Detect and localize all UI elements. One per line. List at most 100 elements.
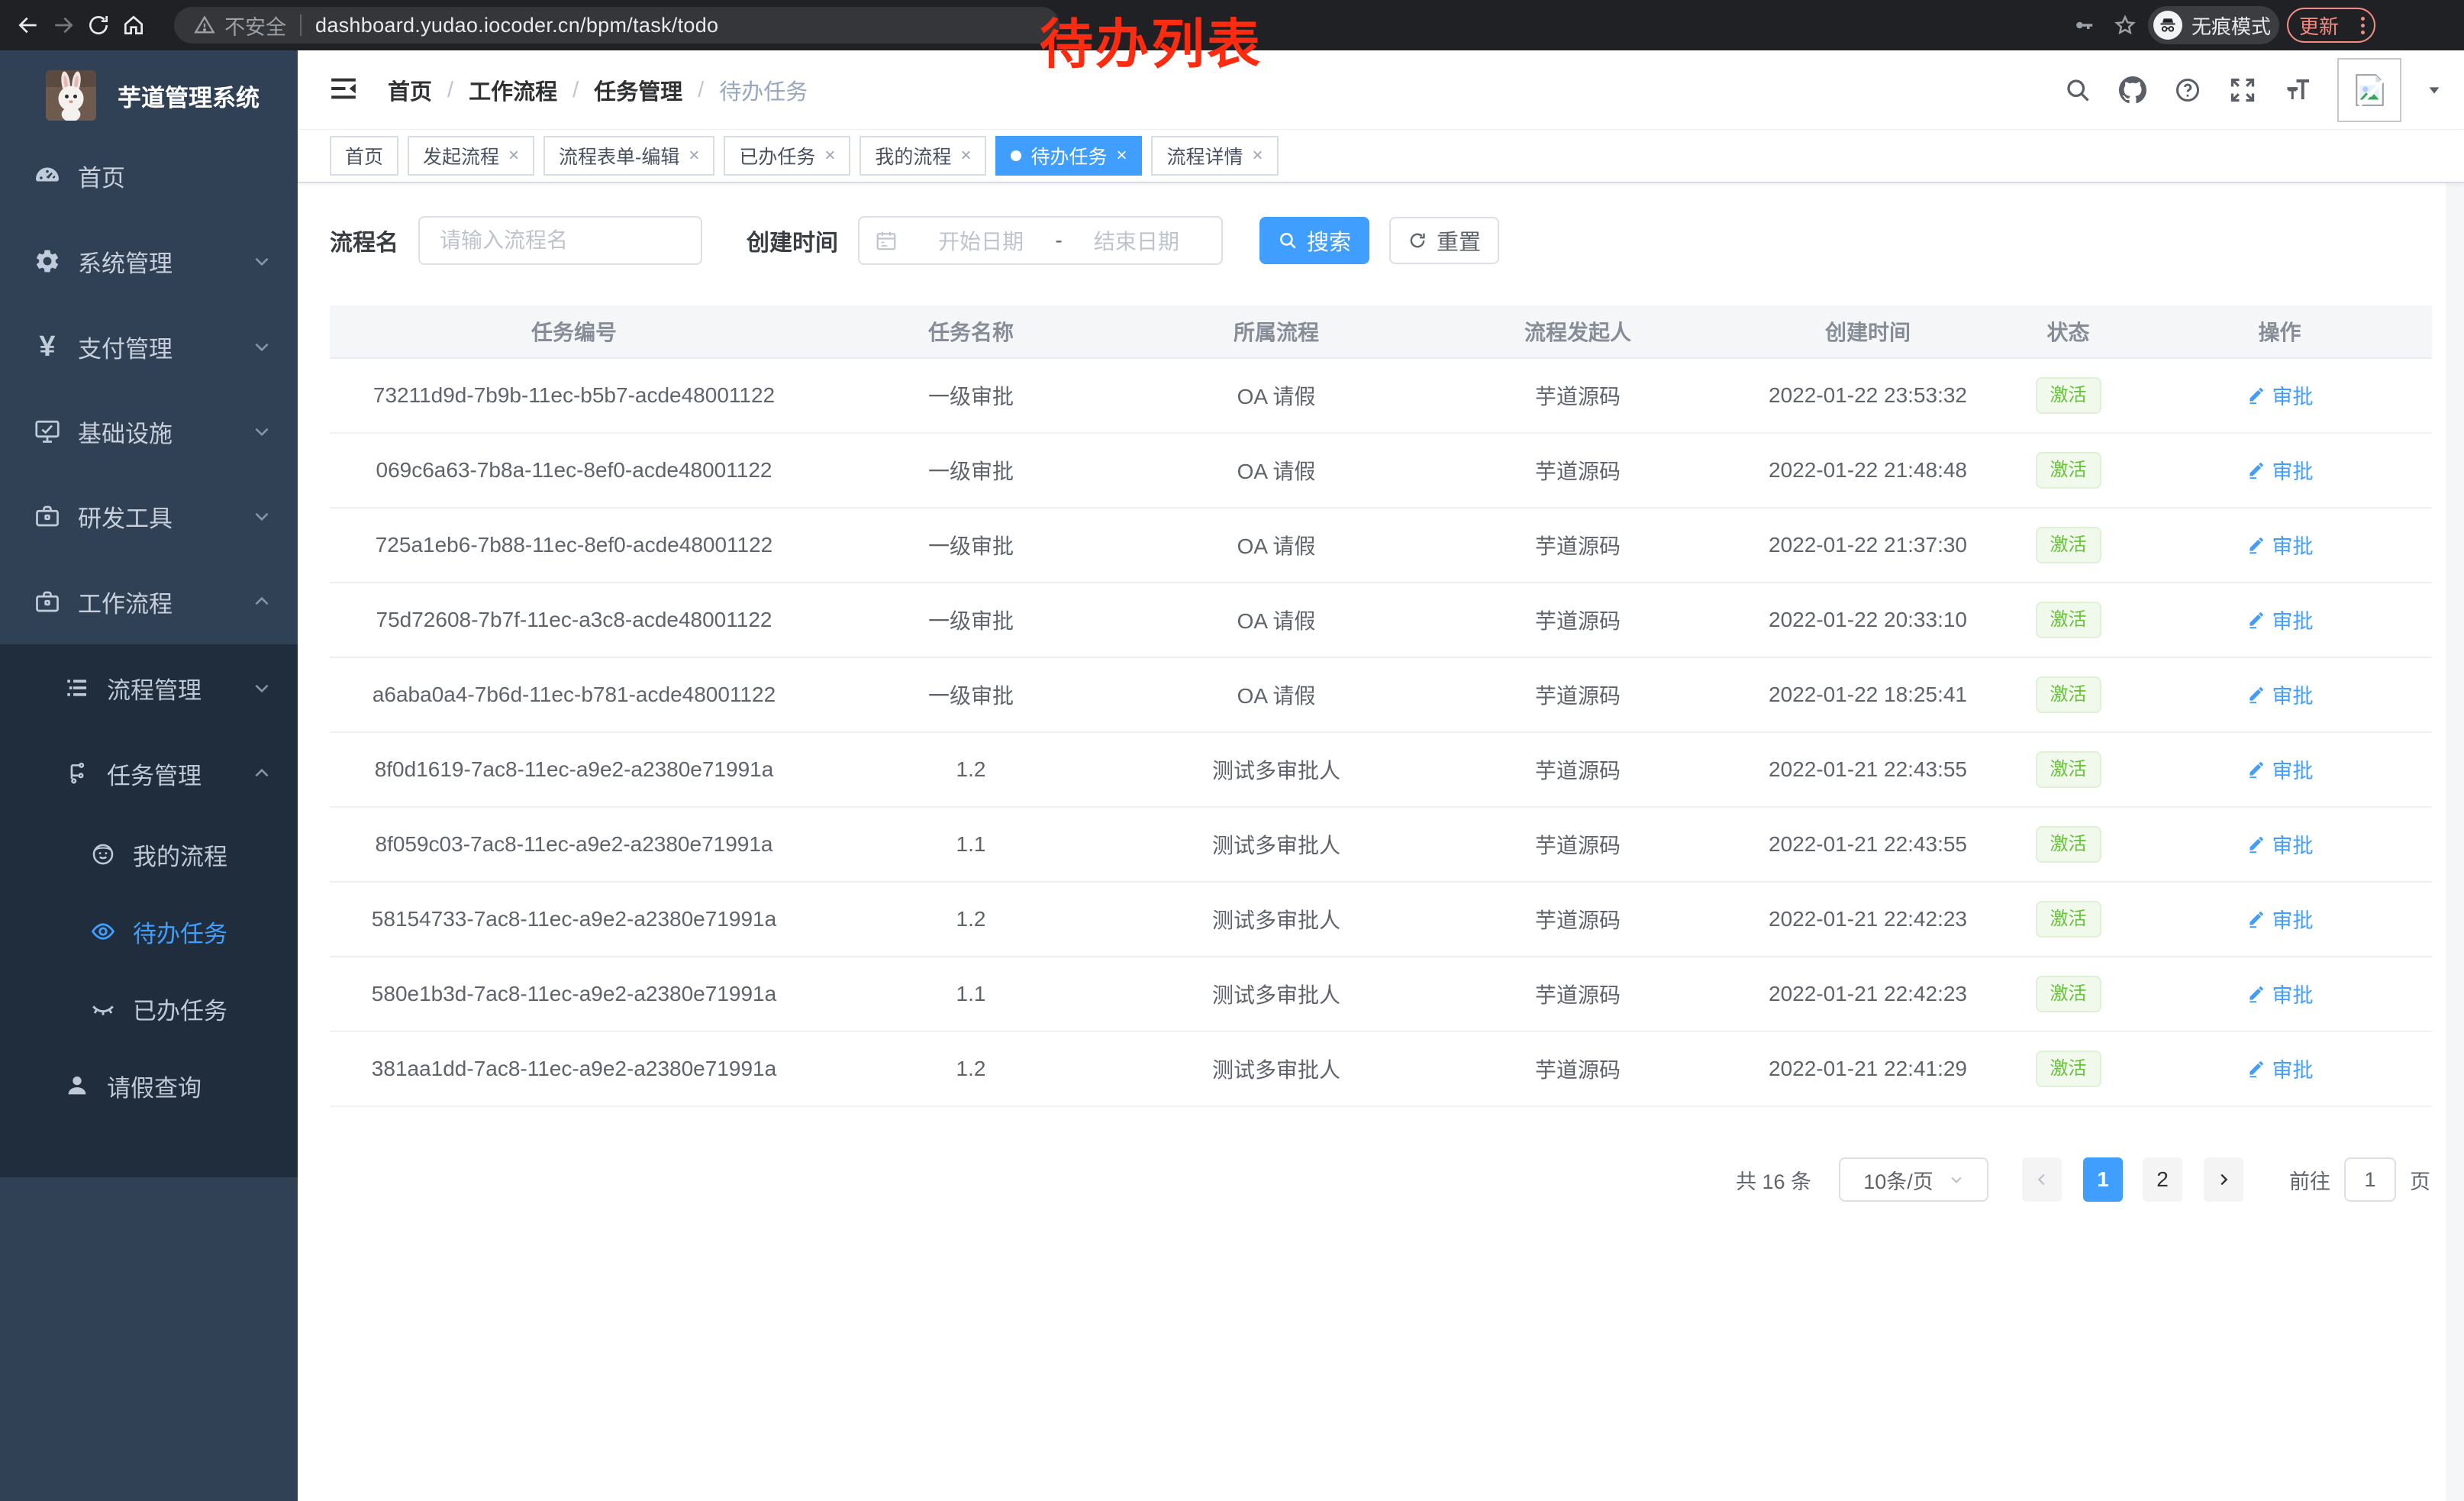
sidebar-item-label: 流程管理 <box>107 671 202 705</box>
sidebar-item-devtools[interactable]: 研发工具 <box>0 473 298 559</box>
sidebar-item-process-management[interactable]: 流程管理 <box>0 648 298 728</box>
next-page-button[interactable] <box>2204 1157 2243 1202</box>
page-button-1[interactable]: 1 <box>2083 1157 2123 1202</box>
browser-menu-icon[interactable] <box>2361 17 2365 34</box>
help-icon[interactable] <box>2172 75 2203 105</box>
sidebar-item-payment[interactable]: ¥ 支付管理 <box>0 304 298 389</box>
approve-label: 审批 <box>2272 754 2314 784</box>
approve-link[interactable]: 审批 <box>2246 904 2314 934</box>
column-header-task-id: 任务编号 <box>330 316 818 347</box>
search-button[interactable]: 搜索 <box>1259 217 1369 264</box>
action-cell: 审批 <box>2127 380 2432 411</box>
browser-update-button[interactable]: 更新 <box>2287 8 2375 43</box>
reset-button[interactable]: 重置 <box>1389 217 1499 264</box>
prev-page-button[interactable] <box>2022 1157 2062 1202</box>
table-row: 58154733-7ac8-11ec-a9e2-a2380e71991a 1.2… <box>330 883 2432 957</box>
tab-process-detail[interactable]: 流程详情 × <box>1151 136 1278 176</box>
sidebar-item-infrastructure[interactable]: 基础设施 <box>0 389 298 474</box>
yen-icon: ¥ <box>32 331 63 362</box>
browser-forward-icon[interactable] <box>46 8 81 43</box>
page-size-select[interactable]: 10条/页 <box>1839 1157 1988 1202</box>
page-button-2[interactable]: 2 <box>2143 1157 2182 1202</box>
task-process: OA 请假 <box>1124 455 1429 486</box>
gear-icon <box>32 246 63 276</box>
sidebar-item-my-process[interactable]: 我的流程 <box>0 815 298 894</box>
close-icon[interactable]: × <box>1253 147 1263 165</box>
avatar-caret-icon[interactable] <box>2426 82 2443 98</box>
sidebar-item-system[interactable]: 系统管理 <box>0 218 298 304</box>
approve-link[interactable]: 审批 <box>2246 829 2314 859</box>
eye-closed-icon <box>89 994 118 1023</box>
password-key-icon[interactable] <box>2066 7 2102 44</box>
approve-link[interactable]: 审批 <box>2246 455 2314 485</box>
edit-icon <box>2246 760 2266 780</box>
start-date-placeholder: 开始日期 <box>911 225 1050 256</box>
approve-link[interactable]: 审批 <box>2246 380 2314 410</box>
process-name-input[interactable] <box>418 216 702 265</box>
breadcrumb-item-home[interactable]: 首页 <box>388 74 432 106</box>
app-logo-row[interactable]: 芋道管理系统 <box>0 50 298 121</box>
breadcrumb-item-task-management[interactable]: 任务管理 <box>594 74 682 106</box>
tab-my-process[interactable]: 我的流程× <box>859 136 986 176</box>
approve-link[interactable]: 审批 <box>2246 1054 2314 1083</box>
sidebar-item-done-tasks[interactable]: 已办任务 <box>0 969 298 1048</box>
approve-link[interactable]: 审批 <box>2246 979 2314 1009</box>
column-header-starter: 流程发起人 <box>1429 316 1727 347</box>
approve-label: 审批 <box>2272 979 2314 1009</box>
github-icon[interactable] <box>2117 75 2148 105</box>
font-size-icon[interactable] <box>2282 75 2313 105</box>
goto-page-input[interactable] <box>2344 1157 2396 1202</box>
approve-label: 审批 <box>2272 1054 2314 1083</box>
search-icon[interactable] <box>2062 75 2093 105</box>
status-cell: 激活 <box>2009 826 2127 863</box>
sidebar-item-todo-tasks[interactable]: 待办任务 <box>0 892 298 971</box>
tab-label: 流程详情 <box>1166 142 1243 169</box>
close-icon[interactable]: × <box>824 147 835 165</box>
fullscreen-icon[interactable] <box>2227 75 2258 105</box>
address-bar[interactable]: 不安全 dashboard.yudao.iocoder.cn/bpm/task/… <box>174 7 1059 44</box>
tab-done-tasks[interactable]: 已办任务× <box>724 136 850 176</box>
sidebar-item-leave-query[interactable]: 请假查询 <box>0 1046 298 1125</box>
task-name: 1.1 <box>818 832 1124 857</box>
sidebar-item-task-management[interactable]: 任务管理 <box>0 734 298 813</box>
browser-back-icon[interactable] <box>11 8 46 43</box>
browser-home-icon[interactable] <box>116 8 151 43</box>
pagination-total: 共 16 条 <box>1736 1165 1811 1195</box>
task-process: OA 请假 <box>1124 605 1429 635</box>
scrollbar-track[interactable] <box>2446 50 2464 1501</box>
sidebar-item-home[interactable]: 首页 <box>0 133 298 218</box>
task-process: 测试多审批人 <box>1124 904 1429 934</box>
tab-process-form-edit[interactable]: 流程表单-编辑× <box>543 136 714 176</box>
breadcrumb-item-workflow[interactable]: 工作流程 <box>469 74 557 106</box>
sidebar-collapse-icon[interactable] <box>328 73 362 107</box>
user-avatar[interactable] <box>2337 58 2401 122</box>
task-id: 725a1eb6-7b88-11ec-8ef0-acde48001122 <box>330 533 818 557</box>
close-icon[interactable]: × <box>960 147 971 165</box>
approve-link[interactable]: 审批 <box>2246 754 2314 784</box>
task-id: 73211d9d-7b9b-11ec-b5b7-acde48001122 <box>330 383 818 408</box>
tab-start-process[interactable]: 发起流程× <box>408 136 534 176</box>
close-icon[interactable]: × <box>508 147 519 165</box>
bookmark-star-icon[interactable] <box>2107 7 2143 44</box>
approve-link[interactable]: 审批 <box>2246 679 2314 709</box>
chevron-up-icon <box>252 763 272 783</box>
tab-todo-tasks[interactable]: 待办任务× <box>995 136 1142 176</box>
edit-icon <box>2246 909 2266 929</box>
briefcase-icon <box>32 586 63 617</box>
action-cell: 审批 <box>2127 829 2432 860</box>
date-range-picker[interactable]: 开始日期 - 结束日期 <box>858 216 1223 265</box>
briefcase-icon <box>32 501 63 531</box>
task-create-time: 2022-01-21 22:42:23 <box>1727 982 2009 1006</box>
close-icon[interactable]: × <box>689 147 699 165</box>
approve-link[interactable]: 审批 <box>2246 530 2314 560</box>
incognito-label: 无痕模式 <box>2191 11 2271 40</box>
approve-link[interactable]: 审批 <box>2246 605 2314 634</box>
task-create-time: 2022-01-21 22:43:55 <box>1727 757 2009 782</box>
tab-home[interactable]: 首页 <box>330 136 398 176</box>
browser-reload-icon[interactable] <box>81 8 116 43</box>
chevron-down-icon <box>252 678 272 698</box>
task-create-time: 2022-01-22 21:48:48 <box>1727 458 2009 483</box>
insecure-warning-icon[interactable] <box>194 15 215 36</box>
close-icon[interactable]: × <box>1116 147 1127 165</box>
sidebar-item-workflow[interactable]: 工作流程 <box>0 559 298 644</box>
